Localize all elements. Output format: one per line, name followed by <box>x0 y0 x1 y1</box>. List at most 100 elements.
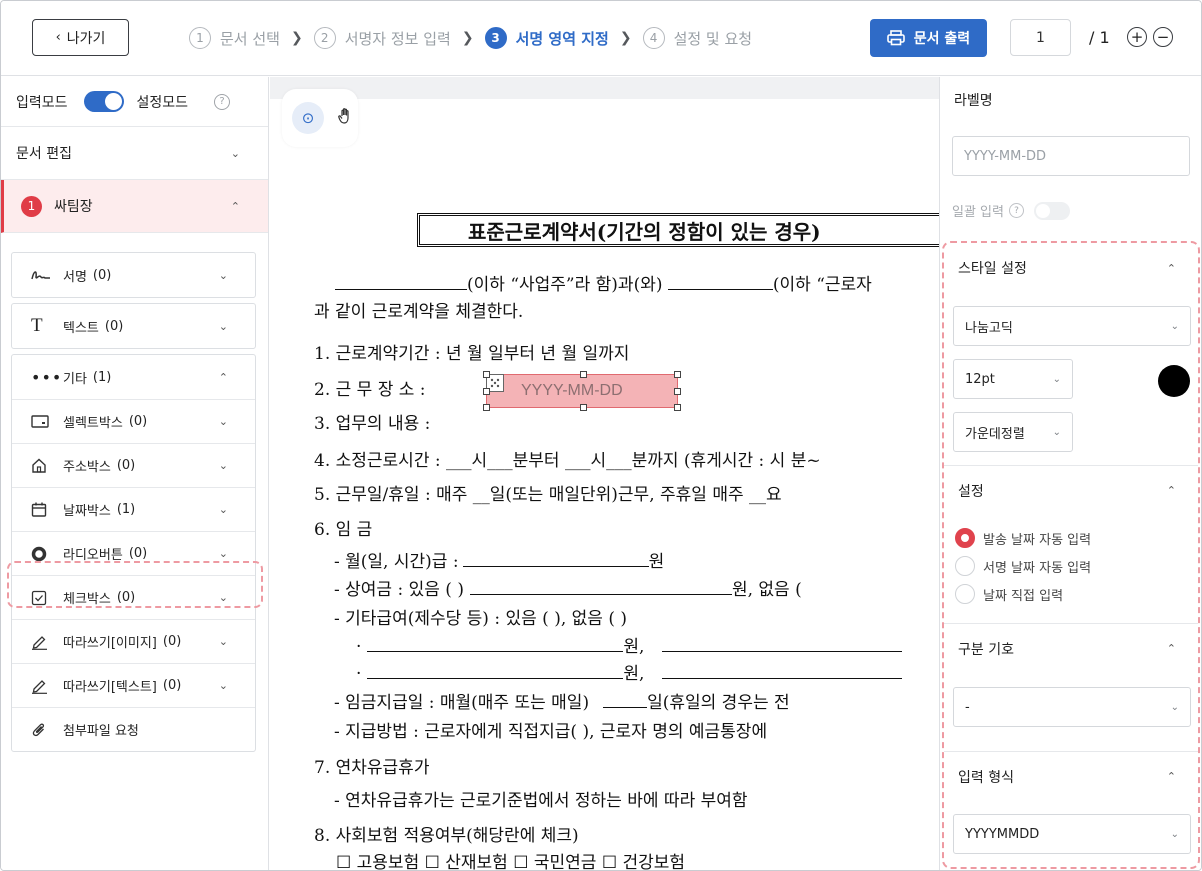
chevron-down-icon: ⌄ <box>1170 701 1179 713</box>
settings-header[interactable]: 설정 ⌃ <box>944 465 1198 515</box>
separator-value: - <box>965 699 970 715</box>
resize-handle[interactable] <box>580 404 587 411</box>
print-document-button[interactable]: 문서 출력 <box>870 19 987 57</box>
hand-pan-tool-icon[interactable] <box>338 107 354 129</box>
field-type-label: 따라쓰기[텍스트] <box>63 680 157 695</box>
chevron-down-icon: ⌄ <box>218 415 228 428</box>
input-format-select[interactable]: YYYYMMDD ⌄ <box>953 814 1191 854</box>
field-type-label: 셀렉트박스 <box>63 416 123 431</box>
left-panel: 입력모드 설정모드 ? 문서 편집 ⌄ 1 싸팀장 ⌃ 서명 (0) ⌄ T 텍 <box>1 77 269 870</box>
align-select[interactable]: 가운데정렬 ⌄ <box>953 412 1073 452</box>
back-button[interactable]: ‹ 나가기 <box>32 19 129 56</box>
step-3-active: 3 서명 영역 지정 <box>484 27 609 49</box>
doc-edit-label: 문서 편집 <box>16 146 72 162</box>
chevron-down-icon: ⌄ <box>218 319 228 333</box>
home-icon <box>31 458 55 473</box>
zoom-out-button[interactable]: − <box>1153 27 1173 47</box>
doc-line-6-item-a: · 원, <box>356 632 903 657</box>
help-icon[interactable]: ? <box>214 93 231 110</box>
mode-switch-bar: 입력모드 설정모드 ? <box>1 77 268 127</box>
field-type-address[interactable]: 주소박스 (0) ⌄ <box>12 443 255 487</box>
resize-handle[interactable] <box>674 404 681 411</box>
text-cursor-tool-icon[interactable]: ⊙ <box>292 102 324 134</box>
doc-line-6-method: - 지급방법 : 근로자에게 직접지급( ), 근로자 명의 예금통장에 <box>334 722 768 742</box>
field-type-attachment[interactable]: 첨부파일 요청 <box>12 707 255 751</box>
field-type-other[interactable]: ••• 기타 (1) ⌃ <box>12 355 255 399</box>
resize-handle[interactable] <box>674 371 681 378</box>
doc-line-7: 7. 연차유급휴가 <box>314 758 430 778</box>
select-box-icon <box>31 415 55 428</box>
page-total: / 1 <box>1089 28 1110 47</box>
radio-send-date-auto[interactable]: 발송 날짜 자동 입력 <box>955 528 1091 548</box>
chevron-right-icon: ❯ <box>290 30 303 46</box>
font-size-value: 12pt <box>965 371 995 387</box>
date-field-box[interactable]: YYYY-MM-DD <box>483 371 681 411</box>
separator-select[interactable]: - ⌄ <box>953 687 1191 727</box>
step-2-label: 서명자 정보 입력 <box>344 29 451 48</box>
text-field-card[interactable]: T 텍스트 (0) ⌄ <box>11 303 256 349</box>
plus-icon: + <box>1130 27 1144 46</box>
chevron-up-icon: ⌃ <box>1166 770 1176 783</box>
style-settings-header[interactable]: 스타일 설정 ⌃ <box>944 243 1198 293</box>
radio-unselected-icon <box>955 584 975 604</box>
paperclip-icon <box>31 722 55 738</box>
document-viewer[interactable]: 표준근로계약서(기간의 정함이 있는 경우) (이하 “사업주”라 함)과(와)… <box>270 77 939 870</box>
page-number-input[interactable] <box>1010 19 1071 56</box>
style-settings-title: 스타일 설정 <box>958 261 1027 277</box>
calendar-icon <box>31 502 55 517</box>
bulk-input-label: 일괄 입력 <box>952 205 1004 220</box>
participant-row[interactable]: 1 싸팀장 ⌃ <box>1 180 268 233</box>
other-fields-card: ••• 기타 (1) ⌃ 셀렉트박스 (0) ⌄ 주소박스 (0) ⌄ 날짜박스… <box>11 354 256 752</box>
field-type-selectbox[interactable]: 셀렉트박스 (0) ⌄ <box>12 399 255 443</box>
radio-icon <box>31 546 55 562</box>
text-color-swatch[interactable] <box>1158 365 1190 397</box>
doc-line-2: 2. 근 무 장 소 : <box>314 380 426 400</box>
zoom-in-button[interactable]: + <box>1127 27 1147 47</box>
field-type-count: (0) <box>128 546 148 561</box>
doc-line-4: 4. 소정근로시간 : ___시___분부터 ___시___분까지 (휴게시간 … <box>314 451 821 471</box>
field-type-count: (0) <box>162 634 182 649</box>
field-type-label: 기타 <box>63 371 87 387</box>
bulk-input-toggle[interactable] <box>1033 201 1070 220</box>
doc-line-6-bonus: - 상여금 : 있음 ( ) 원, 없음 ( <box>334 580 802 600</box>
field-type-datebox[interactable]: 날짜박스 (1) ⌄ <box>12 487 255 531</box>
app-window: ‹ 나가기 1 문서 선택 ❯ 2 서명자 정보 입력 ❯ 3 서명 영역 지정… <box>0 0 1202 871</box>
chevron-down-icon: ⌄ <box>218 679 228 692</box>
radio-label: 발송 날짜 자동 입력 <box>983 532 1092 548</box>
doc-edit-section[interactable]: 문서 편집 ⌄ <box>1 127 268 180</box>
separator-title: 구분 기호 <box>958 641 1014 658</box>
field-type-signature[interactable]: 서명 (0) ⌄ <box>12 253 255 297</box>
radio-selected-icon <box>955 528 975 548</box>
resize-handle[interactable] <box>580 371 587 378</box>
help-icon[interactable]: ? <box>1008 203 1024 218</box>
resize-handle[interactable] <box>483 404 490 411</box>
chevron-down-icon: ⌄ <box>1170 828 1179 840</box>
step-2-number: 2 <box>313 27 336 49</box>
radio-sign-date-auto[interactable]: 서명 날짜 자동 입력 <box>955 556 1091 576</box>
resize-handle[interactable] <box>483 371 490 378</box>
chevron-down-icon: ⌄ <box>218 503 228 516</box>
font-value: 나눔고딕 <box>965 320 1013 336</box>
field-type-trace-image[interactable]: 따라쓰기[이미지] (0) ⌄ <box>12 619 255 663</box>
datebox-highlight <box>7 561 263 608</box>
field-type-text[interactable]: T 텍스트 (0) ⌄ <box>12 304 255 348</box>
font-select[interactable]: 나눔고딕 ⌄ <box>953 306 1191 346</box>
separator-header[interactable]: 구분 기호 ⌃ <box>944 623 1198 673</box>
field-type-count: (0) <box>104 318 124 334</box>
signature-field-card[interactable]: 서명 (0) ⌄ <box>11 252 256 298</box>
doc-line-6-payday: - 임금지급일 : 매월(매주 또는 매일) 일(휴일의 경우는 전 <box>334 693 790 713</box>
pen-icon <box>31 678 55 694</box>
field-type-trace-text[interactable]: 따라쓰기[텍스트] (0) ⌄ <box>12 663 255 707</box>
font-size-select[interactable]: 12pt ⌄ <box>953 359 1073 399</box>
doc-line-6: 6. 임 금 <box>314 520 373 540</box>
label-name-input[interactable]: YYYY-MM-DD <box>952 136 1190 176</box>
chevron-up-icon: ⌃ <box>1166 484 1176 497</box>
printer-icon <box>886 30 905 46</box>
step-1-number: 1 <box>189 27 211 49</box>
radio-date-manual[interactable]: 날짜 직접 입력 <box>955 584 1063 604</box>
field-type-label: 날짜박스 <box>63 504 111 519</box>
resize-handle[interactable] <box>674 388 681 395</box>
input-format-header[interactable]: 입력 형식 ⌃ <box>944 751 1198 801</box>
mode-toggle[interactable] <box>83 91 124 112</box>
resize-handle[interactable] <box>483 388 490 395</box>
